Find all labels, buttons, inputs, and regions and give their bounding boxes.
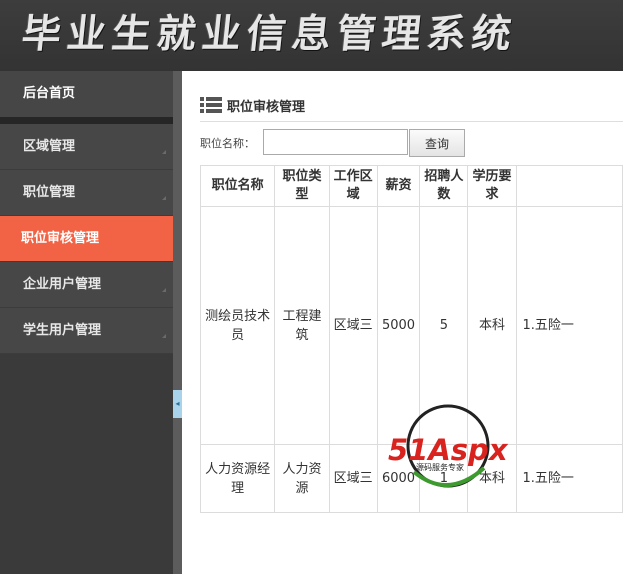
watermark-logo: 51Aspx 源码服务专家 — [388, 404, 509, 488]
page-title: 职位审核管理 — [227, 100, 306, 115]
column-header-benefits — [515, 165, 623, 207]
sidebar-divider — [0, 117, 173, 124]
list-icon — [200, 97, 222, 113]
sidebar-item-label: 区域管理 — [23, 139, 76, 154]
cell-work-area: 区域三 — [328, 444, 378, 513]
sidebar-item-label: 职位审核管理 — [21, 231, 100, 246]
sidebar-item-area-management[interactable]: 区域管理 — [0, 124, 173, 170]
cell-position-name: 人力资源经理 — [199, 444, 276, 513]
cell-position-type: 人力资源 — [274, 444, 330, 513]
search-label: 职位名称： — [200, 137, 255, 150]
column-header-position-name: 职位名称 — [199, 165, 276, 207]
main-content: 职位审核管理 职位名称： 查询 职位名称 职位类型 工作区域 薪资 招聘人数 学… — [182, 71, 623, 574]
cell-benefits: 1.五险一 — [515, 206, 623, 445]
sidebar-home-link[interactable]: 后台首页 — [0, 71, 173, 117]
column-header-position-type: 职位类型 — [274, 165, 330, 207]
corner-arrow-icon — [162, 150, 166, 154]
app-header: 毕业生就业信息管理系统 — [0, 0, 623, 71]
watermark-tagline: 源码服务专家 — [416, 462, 464, 472]
cell-position-type: 工程建筑 — [274, 206, 330, 445]
column-header-education: 学历要求 — [467, 165, 517, 207]
sidebar-item-label: 学生用户管理 — [23, 323, 102, 338]
sidebar-item-student-users[interactable]: 学生用户管理 — [0, 308, 173, 354]
table-header-row: 职位名称 职位类型 工作区域 薪资 招聘人数 学历要求 — [199, 165, 623, 207]
sidebar-item-label: 职位管理 — [23, 185, 76, 200]
column-header-work-area: 工作区域 — [328, 165, 378, 207]
cell-work-area: 区域三 — [328, 206, 378, 445]
column-header-headcount: 招聘人数 — [419, 165, 469, 207]
sidebar-item-position-management[interactable]: 职位管理 — [0, 170, 173, 216]
chevron-left-icon[interactable]: ◂ — [173, 390, 182, 418]
watermark-brand: 51Aspx — [388, 433, 509, 467]
column-header-salary: 薪资 — [376, 165, 421, 207]
corner-arrow-icon — [162, 334, 166, 338]
sidebar: 后台首页 区域管理 职位管理 职位审核管理 企业用户管理 学生用户管理 — [0, 71, 173, 574]
sidebar-item-company-users[interactable]: 企业用户管理 — [0, 262, 173, 308]
sidebar-item-label: 企业用户管理 — [23, 277, 102, 292]
sidebar-menu: 区域管理 职位管理 职位审核管理 企业用户管理 学生用户管理 — [0, 124, 173, 354]
system-title: 毕业生就业信息管理系统 — [19, 11, 520, 57]
corner-arrow-icon — [162, 288, 166, 292]
position-name-input[interactable] — [263, 129, 408, 155]
sidebar-item-position-review[interactable]: 职位审核管理 — [0, 216, 173, 262]
page-header: 职位审核管理 — [200, 95, 623, 122]
corner-arrow-icon — [162, 196, 166, 200]
search-button[interactable]: 查询 — [409, 129, 465, 157]
search-bar: 职位名称： 查询 — [200, 129, 623, 157]
cell-benefits: 1.五险一 — [515, 444, 623, 513]
sidebar-splitter[interactable] — [173, 71, 182, 574]
cell-position-name: 测绘员技术员 — [199, 206, 276, 445]
